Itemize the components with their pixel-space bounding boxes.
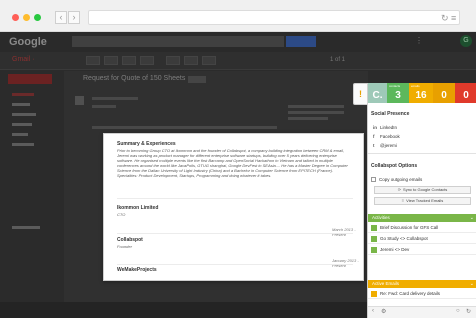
recipient-line xyxy=(92,105,116,108)
active-emails-header[interactable]: Active Emails ⌄ xyxy=(368,280,476,288)
experience-company: WeMakeProjects xyxy=(117,267,157,273)
chevron-down-icon: ⌄ xyxy=(469,281,474,287)
facebook-icon: f xyxy=(373,134,375,139)
message-body-line xyxy=(92,126,277,129)
spam-button[interactable] xyxy=(122,56,136,65)
experience-company: Ikommon Limited xyxy=(117,205,159,211)
hover-hint xyxy=(288,105,344,126)
email-item[interactable]: Re: Fwd: Card delivery details xyxy=(368,289,476,299)
archive-button[interactable] xyxy=(104,56,118,65)
summary-heading: Summary & Experiences xyxy=(117,141,176,147)
collabspot-sidebar: C. contacts 3 emails 16 0 0 Social Prese… xyxy=(367,83,476,318)
back-button[interactable]: ‹ xyxy=(55,11,67,24)
browser-toolbar: ‹ › ↻ ≡ xyxy=(0,0,476,32)
email-icon xyxy=(371,291,377,297)
sender-avatar xyxy=(75,96,84,105)
activities-header[interactable]: Activities ⌄ xyxy=(368,214,476,222)
activity-icon xyxy=(371,247,377,253)
emails-tile[interactable]: emails 16 xyxy=(409,83,433,103)
maximize-window-button[interactable] xyxy=(34,14,41,21)
delete-button[interactable] xyxy=(140,56,154,65)
forward-button[interactable]: › xyxy=(68,11,80,24)
activity-icon xyxy=(371,225,377,231)
settings-icon[interactable]: ⚙ xyxy=(381,308,386,315)
divider xyxy=(368,153,476,154)
copy-outgoing-checkbox[interactable] xyxy=(371,177,376,182)
gmail-toolbar xyxy=(0,52,476,70)
twitter-icon: t xyxy=(373,143,375,148)
alerts-tile[interactable]: 0 xyxy=(455,83,476,103)
facebook-link[interactable]: f Facebook xyxy=(373,134,400,139)
experience-role: Founder xyxy=(117,244,132,249)
twitter-link[interactable]: t @jeremi xyxy=(373,143,397,148)
inbox-tag[interactable] xyxy=(188,76,206,83)
options-heading: Collabspot Options xyxy=(371,163,418,169)
linkedin-icon: in xyxy=(373,125,377,130)
nav-chat-label xyxy=(12,226,40,229)
contact-initial-tile[interactable]: C. xyxy=(368,83,387,103)
experience-date: January 2013 - Present xyxy=(332,258,359,268)
experience-company: Collabspot xyxy=(117,237,143,243)
social-presence-heading: Social Presence xyxy=(371,111,410,117)
search-icon[interactable]: ○ xyxy=(456,308,460,314)
contacts-tile[interactable]: contacts 3 xyxy=(387,83,409,103)
minimize-window-button[interactable] xyxy=(23,14,30,21)
sender-name xyxy=(92,97,138,100)
close-window-button[interactable] xyxy=(12,14,19,21)
linkedin-link[interactable]: in LinkedIn xyxy=(373,125,397,130)
collabspot-footer: ‹ ⚙ ○ ↻ xyxy=(368,306,476,318)
view-tracked-button[interactable]: ≡ View Tracked Emails xyxy=(374,197,471,205)
back-to-inbox-button[interactable] xyxy=(86,56,100,65)
address-bar[interactable]: ↻ ≡ xyxy=(88,10,460,25)
divider xyxy=(117,264,353,265)
list-icon: ≡ xyxy=(401,198,405,203)
account-avatar[interactable]: G xyxy=(460,35,472,47)
gmail-search-button[interactable] xyxy=(286,36,316,47)
screen: ‹ › ↻ ≡ Google ⋮ G Gmail · 1 of 1 Reques… xyxy=(0,0,476,318)
summary-text: Prior to becoming Group CTO at Ikommon a… xyxy=(117,148,348,178)
activity-item[interactable]: Go Study <> Collabspot xyxy=(368,234,476,244)
more-button[interactable] xyxy=(202,56,216,65)
labels-button[interactable] xyxy=(184,56,198,65)
sync-icon: ⟳ xyxy=(397,187,402,192)
move-to-button[interactable] xyxy=(166,56,180,65)
nav-sent[interactable] xyxy=(12,123,32,126)
divider xyxy=(117,198,353,199)
refresh-icon[interactable]: ↻ xyxy=(466,308,471,315)
apps-icon[interactable]: ⋮ xyxy=(415,36,425,46)
pagination: 1 of 1 xyxy=(330,57,346,63)
activity-item[interactable]: Brief Discussion for GFS Call xyxy=(368,223,476,233)
divider xyxy=(117,233,353,234)
message-subject: Request for Quote of 150 Sheets xyxy=(83,75,186,82)
experience-date: March 2013 - Present xyxy=(332,227,356,237)
gmail-label[interactable]: Gmail · xyxy=(12,56,35,63)
chevron-down-icon: ⌄ xyxy=(469,215,474,221)
activity-icon xyxy=(371,236,377,242)
collabspot-logo-icon[interactable]: ! xyxy=(353,83,367,105)
nav-starred[interactable] xyxy=(12,103,30,106)
copy-outgoing-label: Copy outgoing emails xyxy=(379,177,423,182)
compose-button[interactable] xyxy=(8,74,52,84)
experience-role: CTO xyxy=(117,212,126,217)
menu-icon[interactable]: ≡ xyxy=(451,11,456,25)
reload-icon[interactable]: ↻ xyxy=(441,11,449,25)
stats-tiles: C. contacts 3 emails 16 0 0 xyxy=(368,83,476,103)
tasks-tile[interactable]: 0 xyxy=(433,83,455,103)
sync-contacts-button[interactable]: ⟳ Sync to Google Contacts xyxy=(374,186,471,194)
nav-drafts[interactable] xyxy=(12,133,28,136)
profile-popup: Summary & Experiences Prior to becoming … xyxy=(103,133,364,281)
nav-important[interactable] xyxy=(12,113,36,116)
nav-inbox[interactable] xyxy=(12,93,34,96)
google-logo: Google xyxy=(9,36,47,48)
collapse-icon[interactable]: ‹ xyxy=(372,308,374,314)
activity-item[interactable]: Jeremi <> Dev xyxy=(368,245,476,255)
gmail-sidebar xyxy=(0,71,64,318)
nav-more[interactable] xyxy=(12,143,34,146)
gmail-search-input[interactable] xyxy=(72,36,284,47)
